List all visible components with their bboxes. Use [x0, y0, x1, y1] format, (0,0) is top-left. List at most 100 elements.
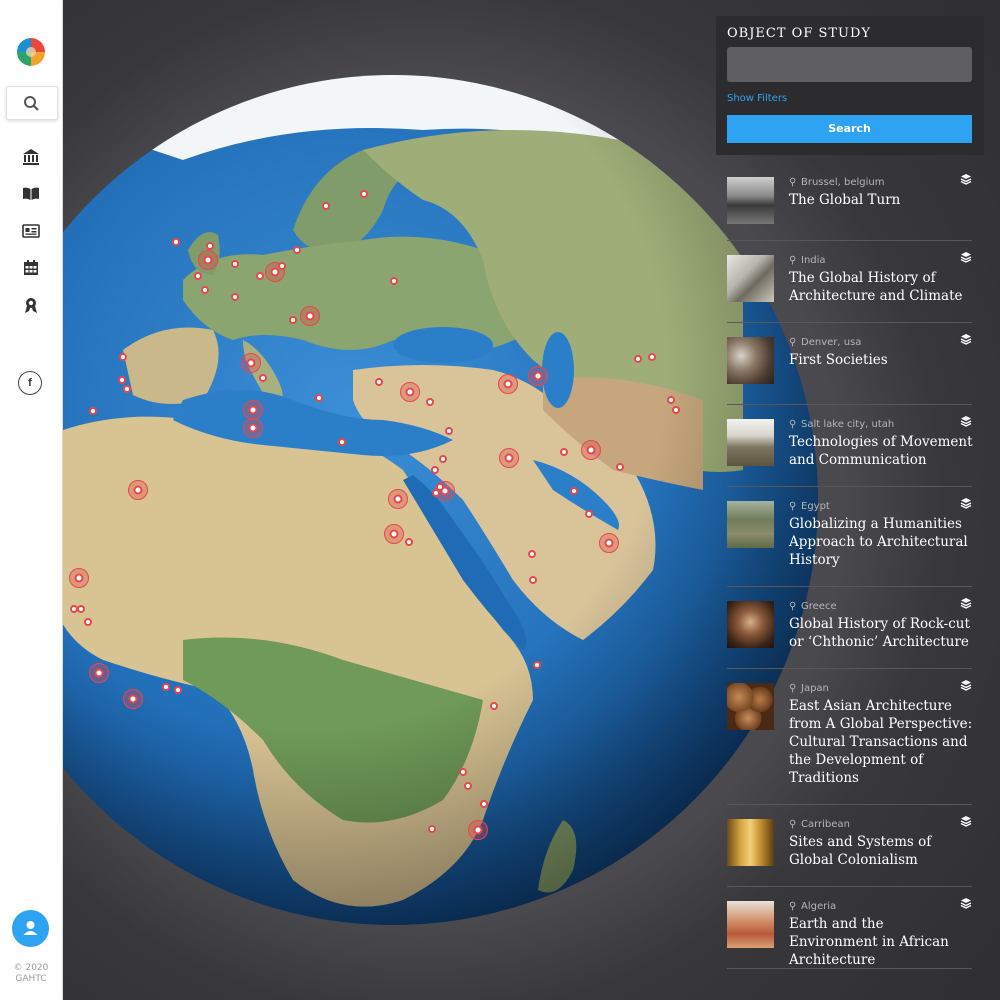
location-marker[interactable]	[293, 246, 301, 254]
result-item[interactable]: ⚲ India The Global History of Architectur…	[727, 241, 972, 323]
location-marker[interactable]	[560, 448, 568, 456]
location-marker[interactable]	[174, 686, 182, 694]
result-thumbnail[interactable]	[727, 255, 774, 302]
location-marker[interactable]	[375, 378, 383, 386]
layers-icon[interactable]	[960, 897, 972, 909]
sidebar-search-button[interactable]	[6, 86, 58, 120]
location-marker[interactable]	[248, 405, 258, 415]
location-marker[interactable]	[405, 538, 413, 546]
location-marker[interactable]	[528, 550, 536, 558]
location-marker[interactable]	[256, 272, 264, 280]
location-marker[interactable]	[490, 702, 498, 710]
location-marker[interactable]	[529, 576, 537, 584]
facebook-icon[interactable]: f	[18, 371, 42, 395]
location-marker[interactable]	[203, 255, 213, 265]
result-thumbnail[interactable]	[727, 501, 774, 548]
location-marker[interactable]	[231, 260, 239, 268]
location-marker[interactable]	[322, 202, 330, 210]
location-marker[interactable]	[431, 466, 439, 474]
location-marker[interactable]	[278, 262, 286, 270]
layers-icon[interactable]	[960, 497, 972, 509]
location-marker[interactable]	[390, 277, 398, 285]
location-marker[interactable]	[206, 242, 214, 250]
result-item[interactable]: ⚲ Japan East Asian Architecture from A Gl…	[727, 669, 972, 805]
result-title[interactable]: Globalizing a Humanities Approach to Arc…	[789, 515, 975, 569]
layers-icon[interactable]	[960, 415, 972, 427]
result-item[interactable]: ⚲ Brussel, belgium The Global Turn	[727, 163, 972, 241]
location-marker[interactable]	[405, 387, 415, 397]
location-marker[interactable]	[133, 485, 143, 495]
location-marker[interactable]	[360, 190, 368, 198]
show-filters-link[interactable]: Show Filters	[727, 93, 787, 104]
location-marker[interactable]	[94, 668, 104, 678]
result-title[interactable]: East Asian Architecture from A Global Pe…	[789, 697, 975, 787]
location-marker[interactable]	[172, 238, 180, 246]
location-marker[interactable]	[432, 489, 440, 497]
result-title[interactable]: The Global Turn	[789, 191, 975, 209]
location-marker[interactable]	[585, 510, 593, 518]
location-marker[interactable]	[634, 355, 642, 363]
app-logo[interactable]	[17, 38, 45, 66]
location-marker[interactable]	[289, 316, 297, 324]
location-marker[interactable]	[436, 483, 444, 491]
location-marker[interactable]	[667, 396, 675, 404]
result-thumbnail[interactable]	[727, 819, 774, 866]
location-marker[interactable]	[428, 825, 436, 833]
layers-icon[interactable]	[960, 173, 972, 185]
result-title[interactable]: Earth and the Environment in African Arc…	[789, 915, 975, 969]
result-thumbnail[interactable]	[727, 901, 774, 948]
location-marker[interactable]	[89, 407, 97, 415]
layers-icon[interactable]	[960, 679, 972, 691]
result-title[interactable]: First Societies	[789, 351, 975, 369]
location-marker[interactable]	[270, 267, 280, 277]
location-marker[interactable]	[480, 800, 488, 808]
location-marker[interactable]	[473, 825, 483, 835]
location-marker[interactable]	[672, 406, 680, 414]
location-marker[interactable]	[570, 487, 578, 495]
search-button[interactable]: Search	[727, 115, 972, 143]
location-marker[interactable]	[604, 538, 614, 548]
location-marker[interactable]	[194, 272, 202, 280]
location-marker[interactable]	[74, 573, 84, 583]
location-marker[interactable]	[162, 683, 170, 691]
location-marker[interactable]	[504, 453, 514, 463]
user-account-button[interactable]	[12, 910, 49, 947]
result-item[interactable]: ⚲ Egypt Globalizing a Humanities Approach…	[727, 487, 972, 587]
location-marker[interactable]	[259, 374, 267, 382]
result-item[interactable]: ⚲ Algeria Earth and the Environment in Af…	[727, 887, 972, 969]
location-marker[interactable]	[533, 371, 543, 381]
location-marker[interactable]	[315, 394, 323, 402]
location-marker[interactable]	[84, 618, 92, 626]
location-marker[interactable]	[231, 293, 239, 301]
location-marker[interactable]	[439, 455, 447, 463]
location-marker[interactable]	[128, 694, 138, 704]
location-marker[interactable]	[246, 358, 256, 368]
result-item[interactable]: ⚲ Salt lake city, utah Technologies of Mo…	[727, 405, 973, 487]
location-marker[interactable]	[201, 286, 209, 294]
location-marker[interactable]	[118, 376, 126, 384]
layers-icon[interactable]	[960, 815, 972, 827]
location-marker[interactable]	[503, 379, 513, 389]
result-thumbnail[interactable]	[727, 601, 774, 648]
result-thumbnail[interactable]	[727, 177, 774, 224]
object-of-study-input[interactable]	[727, 47, 972, 82]
result-title[interactable]: Sites and Systems of Global Colonialism	[789, 833, 975, 869]
result-item[interactable]: ⚲ Carribean Sites and Systems of Global C…	[727, 805, 972, 887]
location-marker[interactable]	[464, 782, 472, 790]
result-item[interactable]: ⚲ Greece Global History of Rock-cut or ‘C…	[727, 587, 972, 669]
id-card-icon[interactable]	[22, 222, 40, 240]
location-marker[interactable]	[445, 427, 453, 435]
location-marker[interactable]	[533, 661, 541, 669]
layers-icon[interactable]	[960, 333, 972, 345]
location-marker[interactable]	[459, 768, 467, 776]
award-icon[interactable]	[22, 296, 40, 314]
location-marker[interactable]	[389, 529, 399, 539]
location-marker[interactable]	[586, 445, 596, 455]
location-marker[interactable]	[119, 353, 127, 361]
location-marker[interactable]	[393, 494, 403, 504]
location-marker[interactable]	[338, 438, 346, 446]
result-item[interactable]: ⚲ Denver, usa First Societies	[727, 323, 972, 405]
location-marker[interactable]	[616, 463, 624, 471]
location-marker[interactable]	[77, 605, 85, 613]
result-thumbnail[interactable]	[727, 683, 774, 730]
